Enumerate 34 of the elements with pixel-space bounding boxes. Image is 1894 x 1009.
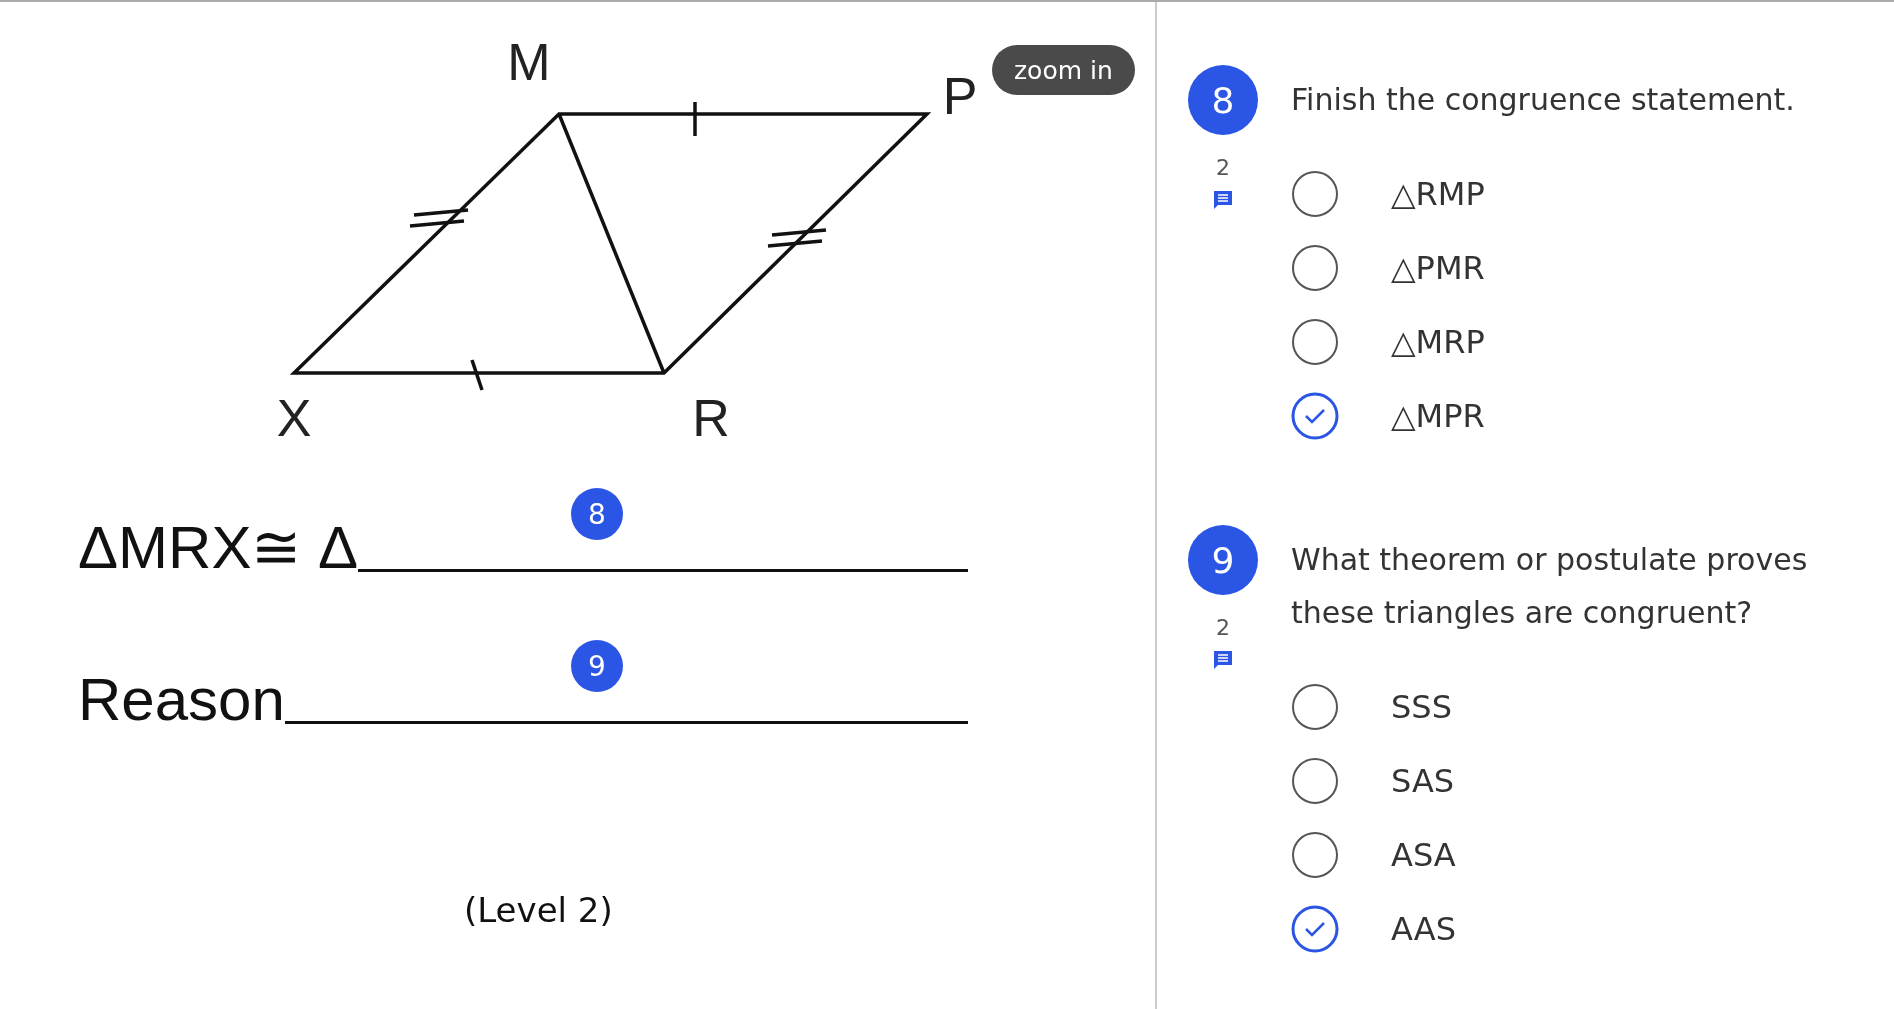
option-label[interactable]: △MRP (1391, 323, 1485, 361)
question-badge[interactable]: 9 (571, 640, 623, 692)
statement-label: Reason (78, 670, 285, 730)
question-text: Finish the congruence statement. (1291, 81, 1796, 119)
comment-count: 2 (1216, 615, 1230, 640)
question-text: What theorem or postulate proves these triangles are congruent? (1291, 541, 1809, 632)
comment-icon[interactable] (1211, 188, 1235, 212)
radio-button[interactable] (1291, 905, 1339, 953)
radio-button[interactable] (1291, 683, 1339, 731)
radio-button[interactable] (1291, 831, 1339, 879)
level-note: (Level 2) (464, 890, 614, 930)
radio-button[interactable] (1291, 244, 1339, 292)
option-label[interactable]: △RMP (1391, 175, 1485, 213)
statement-label: ΔMRX≅ Δ (78, 518, 359, 578)
vertex-label: X (276, 389, 312, 447)
option-label[interactable]: SSS (1391, 688, 1452, 726)
option-label[interactable]: △PMR (1391, 249, 1485, 287)
question-number: 9 (1188, 525, 1258, 595)
comment-icon[interactable] (1211, 648, 1235, 672)
radio-button[interactable] (1291, 170, 1339, 218)
option-label[interactable]: ASA (1391, 836, 1456, 874)
question-badge[interactable]: 8 (571, 488, 623, 540)
zoom-in-button[interactable]: zoom in (992, 45, 1135, 95)
comment-count: 2 (1216, 155, 1230, 180)
option-label[interactable]: △MPR (1391, 397, 1485, 435)
radio-button[interactable] (1291, 757, 1339, 805)
radio-button[interactable] (1291, 392, 1339, 440)
vertex-label: R (692, 389, 730, 447)
option-label[interactable]: SAS (1391, 762, 1455, 800)
question-number: 8 (1188, 65, 1258, 135)
vertex-label: M (507, 33, 551, 91)
option-label[interactable]: AAS (1391, 910, 1456, 948)
radio-button[interactable] (1291, 318, 1339, 366)
vertex-label: P (942, 67, 978, 125)
